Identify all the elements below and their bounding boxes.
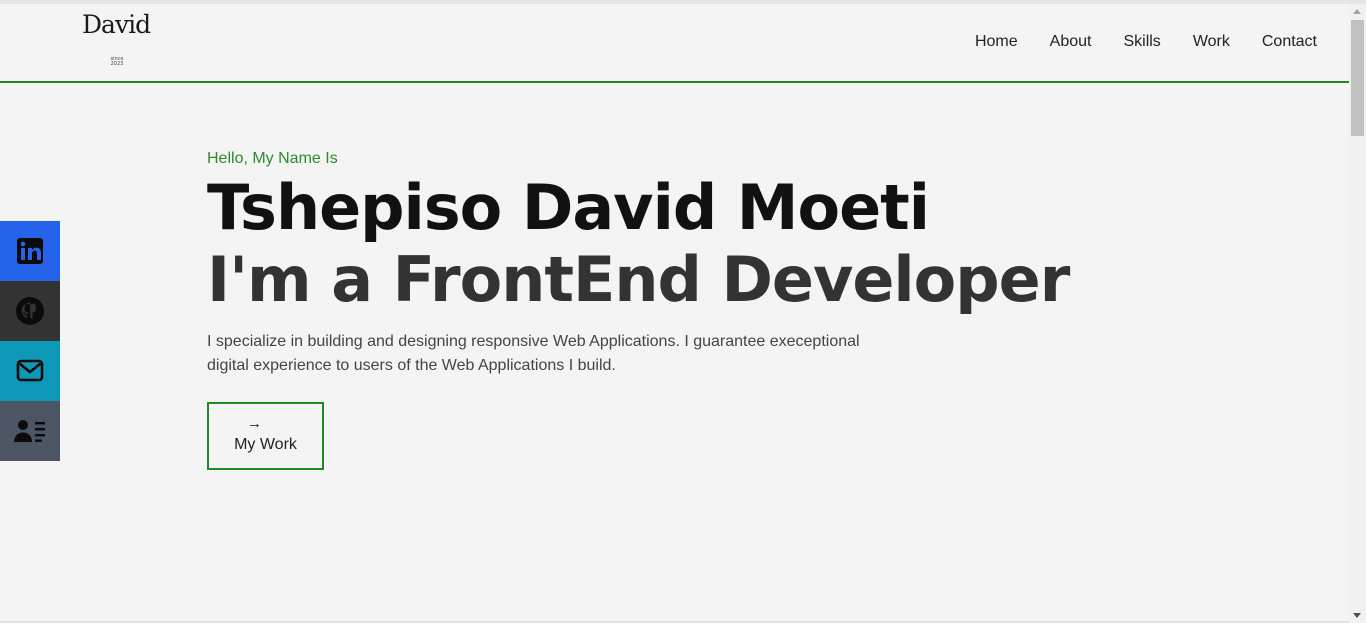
github-link[interactable] [0,281,60,341]
logo-since-label: since 2023 [110,56,124,67]
linkedin-link[interactable] [0,221,60,281]
github-icon [16,297,44,325]
main-nav: Home About Skills Work Contact [943,32,1317,52]
nav-link-about[interactable]: About [1050,32,1092,52]
page: David since 2023 Home About Skills Work … [0,0,1366,623]
email-link[interactable] [0,341,60,401]
scroll-up-icon[interactable] [1353,9,1361,14]
vertical-scrollbar[interactable] [1349,4,1366,623]
hero-description: I specialize in building and designing r… [207,333,860,374]
hero-greeting: Hello, My Name Is [207,150,338,167]
mail-icon [16,359,44,382]
site-logo[interactable]: David since 2023 [82,10,152,72]
arrow-right-icon: → [247,415,262,432]
contact-card-icon [14,420,45,442]
nav-link-contact[interactable]: Contact [1262,32,1317,52]
my-work-button[interactable]: → My Work [207,402,324,470]
linkedin-icon [17,238,43,264]
scroll-down-icon[interactable] [1353,613,1361,618]
scroll-thumb[interactable] [1351,20,1364,136]
nav-link-work[interactable]: Work [1193,32,1230,52]
site-header: David since 2023 Home About Skills Work … [0,4,1349,83]
my-work-label: My Work [234,436,297,453]
social-sidebar [0,221,60,461]
hero-role: I'm a FrontEnd Developer [207,243,1070,316]
hero-name: Tshepiso David Moeti [207,171,930,244]
resume-link[interactable] [0,401,60,461]
hero-section: Hello, My Name Is Tshepiso David Moeti I… [207,148,1107,470]
logo-wordmark: David [82,10,151,39]
nav-link-home[interactable]: Home [975,32,1018,52]
nav-link-skills[interactable]: Skills [1123,32,1160,52]
